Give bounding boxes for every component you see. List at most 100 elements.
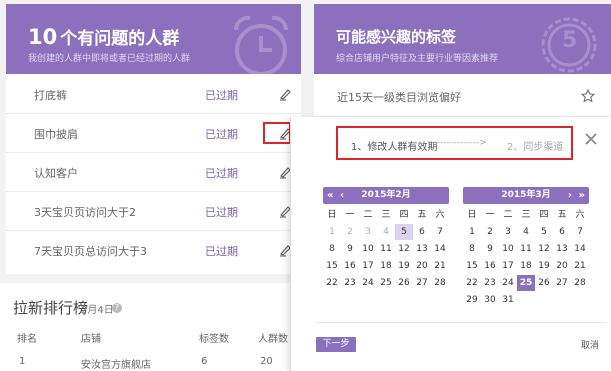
calendar-day[interactable]: 24: [499, 275, 517, 291]
weekday-label: 五: [417, 210, 427, 220]
group-row[interactable]: 3天宝贝页访问大于2 已过期: [6, 192, 301, 231]
calendar-day[interactable]: 22: [463, 275, 481, 291]
calendar-day[interactable]: 27: [553, 275, 571, 291]
ranking-panel: 拉新排行榜 2月4日 ? 排名 店铺 标签数 人群数 1 安汝宫方旗舰店 6 2…: [0, 283, 300, 371]
calendar-day[interactable]: 14: [431, 241, 449, 257]
calendar-day[interactable]: 10: [359, 241, 377, 257]
next-step-button[interactable]: 下一步: [316, 337, 356, 352]
popup-divider: [316, 322, 606, 323]
calendar-day[interactable]: 1: [323, 224, 341, 240]
calendar-day[interactable]: 6: [413, 224, 431, 240]
calendar-day[interactable]: 2: [481, 224, 499, 240]
calendar-day[interactable]: 28: [571, 275, 589, 291]
calendar-day[interactable]: 1: [463, 224, 481, 240]
ranking-date: 2月4日: [81, 305, 114, 316]
group-status: 已过期: [205, 167, 238, 180]
pencil-icon[interactable]: [278, 87, 292, 101]
group-row[interactable]: 认知客户 已过期: [6, 153, 301, 192]
calendar-day[interactable]: 3: [359, 224, 377, 240]
calendar-day[interactable]: 13: [553, 241, 571, 257]
calendar-day[interactable]: 25: [377, 275, 395, 291]
calendar-day[interactable]: 29: [463, 292, 481, 308]
calendar-day[interactable]: 14: [571, 241, 589, 257]
calendar-day[interactable]: 31: [499, 292, 517, 308]
calendar-day[interactable]: 26: [535, 275, 553, 291]
group-count: 20: [260, 356, 273, 367]
calendar-day[interactable]: 26: [395, 275, 413, 291]
rank-value: 1: [19, 356, 26, 367]
calendar-day[interactable]: 16: [481, 258, 499, 274]
step-1-label: 1、修改人群有效期: [351, 142, 438, 153]
badge-number: 5: [562, 28, 578, 53]
calendar-day[interactable]: 8: [463, 241, 481, 257]
calendar-day[interactable]: 16: [341, 258, 359, 274]
calendar-mar: 2015年3月 › » 日一二三四五六 1 2 3 4 5 6 7 8 9 10 11 12 13 14 15…: [463, 187, 589, 307]
calendar-day[interactable]: 18: [517, 258, 535, 274]
calendar-day[interactable]: 17: [359, 258, 377, 274]
problem-groups-header: 10 个有问题的人群 我创建的人群中即将或者已经过期的人群: [6, 4, 301, 74]
shop-name[interactable]: 安汝宫方旗舰店: [81, 356, 151, 371]
prev-month-button[interactable]: ‹: [340, 187, 344, 204]
calendar-day[interactable]: 4: [517, 224, 535, 240]
group-row[interactable]: 打底裤 已过期: [6, 75, 301, 114]
calendar-day[interactable]: 25: [517, 275, 535, 291]
calendar-day[interactable]: 5: [535, 224, 553, 240]
calendar-day[interactable]: 12: [395, 241, 413, 257]
weekday-label: 三: [521, 210, 531, 220]
calendar-day[interactable]: 30: [481, 292, 499, 308]
weekday-label: 一: [345, 210, 355, 220]
calendar-day[interactable]: 13: [413, 241, 431, 257]
col-tags: 标签数: [199, 334, 229, 345]
calendar-day[interactable]: 6: [553, 224, 571, 240]
group-row[interactable]: 围巾披肩 已过期: [6, 114, 301, 153]
calendar-day[interactable]: 9: [341, 241, 359, 257]
calendar-day[interactable]: 9: [481, 241, 499, 257]
group-row[interactable]: 7天宝贝页总访问大于3 已过期: [6, 231, 301, 270]
calendar-day[interactable]: 15: [323, 258, 341, 274]
prev-year-button[interactable]: «: [327, 187, 333, 204]
calendar-day[interactable]: 21: [431, 258, 449, 274]
calendar-day[interactable]: 11: [517, 241, 535, 257]
calendar-day[interactable]: 19: [535, 258, 553, 274]
calendar-day[interactable]: 23: [341, 275, 359, 291]
calendar-day[interactable]: 23: [481, 275, 499, 291]
weekday-label: 二: [503, 210, 513, 220]
col-rank: 排名: [17, 334, 37, 345]
calendar-feb: « ‹ 2015年2月 日一二三四五六 1 2 3 4 5 6 7 8 9 10 11 12 13 14 15…: [323, 187, 449, 307]
next-year-button[interactable]: »: [579, 187, 585, 204]
calendar-day[interactable]: 24: [359, 275, 377, 291]
calendar-day[interactable]: 20: [413, 258, 431, 274]
calendar-day[interactable]: 20: [553, 258, 571, 274]
calendar-day[interactable]: 27: [413, 275, 431, 291]
calendar-day[interactable]: 28: [431, 275, 449, 291]
calendar-day[interactable]: 12: [535, 241, 553, 257]
weekday-label: 一: [485, 210, 495, 220]
cancel-button[interactable]: 取消: [581, 338, 599, 351]
calendar-day[interactable]: 15: [463, 258, 481, 274]
star-icon[interactable]: [581, 89, 595, 103]
tag-row[interactable]: 近15天一级类目浏览偏好: [314, 77, 611, 117]
help-icon[interactable]: ?: [112, 303, 122, 313]
calendar-day[interactable]: 10: [499, 241, 517, 257]
close-icon[interactable]: [584, 132, 598, 146]
calendar-day[interactable]: 18: [377, 258, 395, 274]
calendar-day[interactable]: 19: [395, 258, 413, 274]
next-month-button[interactable]: ›: [568, 187, 572, 204]
calendar-day[interactable]: 4: [377, 224, 395, 240]
calendar-day[interactable]: 3: [499, 224, 517, 240]
calendar-day[interactable]: 7: [571, 224, 589, 240]
calendar-day[interactable]: 17: [499, 258, 517, 274]
modify-validity-popup: 1、修改人群有效期 -------------> 2、同步渠道 « ‹ 2015…: [290, 117, 611, 371]
calendar-day[interactable]: 22: [323, 275, 341, 291]
calendar-day[interactable]: 7: [431, 224, 449, 240]
edit-highlight-box: [263, 122, 291, 144]
calendar-feb-grid: 日一二三四五六 1 2 3 4 5 6 7 8 9 10 11 12 13 14 15 16 17 18 19 20 21…: [323, 207, 449, 307]
weekday-label: 日: [327, 210, 337, 220]
calendar-day[interactable]: 21: [571, 258, 589, 274]
group-status: 已过期: [205, 128, 238, 141]
calendar-day[interactable]: 5: [395, 224, 413, 240]
calendar-day[interactable]: 11: [377, 241, 395, 257]
col-groups: 人群数: [258, 334, 288, 345]
calendar-day[interactable]: 2: [341, 224, 359, 240]
calendar-day[interactable]: 8: [323, 241, 341, 257]
